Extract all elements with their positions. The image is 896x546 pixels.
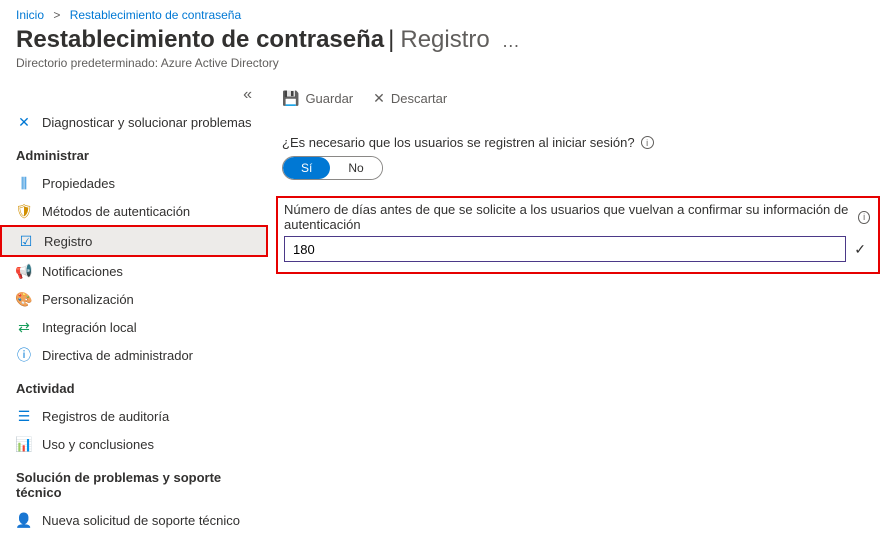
sidebar-item-label: Registro	[44, 234, 92, 249]
toggle-yes[interactable]: Sí	[283, 157, 330, 179]
sidebar-item-label: Integración local	[42, 320, 137, 335]
checklist-icon: ☑	[18, 233, 34, 249]
sidebar-item-local-integration[interactable]: ⇄ Integración local	[0, 313, 268, 341]
check-icon: ✓	[850, 241, 870, 258]
palette-icon: 🎨	[16, 291, 32, 307]
content-pane: 💾 Guardar ✕ Descartar ¿Es necesario que …	[268, 82, 896, 546]
sidebar-item-usage[interactable]: 📊 Uso y conclusiones	[0, 430, 268, 458]
breadcrumb-home[interactable]: Inicio	[16, 8, 44, 22]
sidebar-item-label: Nueva solicitud de soporte técnico	[42, 513, 240, 528]
discard-icon: ✕	[373, 90, 385, 107]
collapse-sidebar[interactable]: «	[0, 86, 268, 108]
sidebar-item-new-support[interactable]: 👤 Nueva solicitud de soporte técnico	[0, 506, 268, 534]
sidebar-item-admin-policy[interactable]: ⓘ Directiva de administrador	[0, 341, 268, 369]
breadcrumb-separator: >	[53, 8, 60, 22]
sidebar-item-label: Notificaciones	[42, 264, 123, 279]
sidebar-section-activity: Actividad	[0, 369, 268, 402]
sidebar: « ✕ Diagnosticar y solucionar problemas …	[0, 82, 268, 546]
save-button[interactable]: 💾 Guardar	[282, 90, 353, 107]
diagnose-icon: ✕	[16, 114, 32, 130]
sidebar-item-auth-methods[interactable]: 🛡 Métodos de autenticación	[0, 197, 268, 225]
sidebar-section-manage: Administrar	[0, 136, 268, 169]
sidebar-item-label: Métodos de autenticación	[42, 204, 190, 219]
require-register-label: ¿Es necesario que los usuarios se regist…	[282, 135, 880, 150]
page-subtitle: Directorio predeterminado: Azure Active …	[0, 56, 896, 82]
chart-icon: 📊	[16, 436, 32, 452]
sidebar-item-label: Propiedades	[42, 176, 115, 191]
days-label: Número de días antes de que se solicite …	[284, 202, 870, 232]
sidebar-item-label: Diagnosticar y solucionar problemas	[42, 115, 252, 130]
highlight-registration: ☑ Registro	[0, 225, 268, 257]
toggle-no[interactable]: No	[330, 157, 381, 179]
sidebar-item-label: Registros de auditoría	[42, 409, 169, 424]
sync-icon: ⇄	[16, 319, 32, 335]
shield-icon: 🛡	[16, 203, 32, 219]
list-icon: ☰	[16, 408, 32, 424]
page-title: Restablecimiento de contraseña	[16, 26, 384, 54]
info-icon[interactable]: i	[858, 211, 870, 224]
sidebar-item-audit-logs[interactable]: ☰ Registros de auditoría	[0, 402, 268, 430]
save-icon: 💾	[282, 90, 299, 107]
sidebar-item-notifications[interactable]: 📢 Notificaciones	[0, 257, 268, 285]
breadcrumb: Inicio > Restablecimiento de contraseña	[0, 0, 896, 26]
megaphone-icon: 📢	[16, 263, 32, 279]
sidebar-item-label: Directiva de administrador	[42, 348, 193, 363]
more-menu[interactable]: …	[502, 31, 522, 52]
toolbar: 💾 Guardar ✕ Descartar	[276, 82, 880, 123]
sidebar-item-diagnose[interactable]: ✕ Diagnosticar y solucionar problemas	[0, 108, 268, 136]
support-icon: 👤	[16, 512, 32, 528]
info-icon: ⓘ	[16, 347, 32, 363]
sidebar-item-label: Uso y conclusiones	[42, 437, 154, 452]
properties-icon: ⫼	[16, 175, 32, 191]
sidebar-item-properties[interactable]: ⫼ Propiedades	[0, 169, 268, 197]
breadcrumb-current[interactable]: Restablecimiento de contraseña	[70, 8, 241, 22]
highlight-days-field: Número de días antes de que se solicite …	[276, 196, 880, 274]
require-register-toggle[interactable]: Sí No	[282, 156, 383, 180]
sidebar-item-label: Personalización	[42, 292, 134, 307]
sidebar-item-registration[interactable]: ☑ Registro	[2, 227, 266, 255]
sidebar-item-customization[interactable]: 🎨 Personalización	[0, 285, 268, 313]
info-icon[interactable]: i	[641, 136, 654, 149]
discard-button[interactable]: ✕ Descartar	[373, 90, 447, 107]
page-section: Registro	[400, 26, 489, 54]
sidebar-section-support: Solución de problemas y soporte técnico	[0, 458, 268, 506]
page-header: Restablecimiento de contraseña | Registr…	[0, 26, 896, 56]
days-input[interactable]	[284, 236, 846, 262]
